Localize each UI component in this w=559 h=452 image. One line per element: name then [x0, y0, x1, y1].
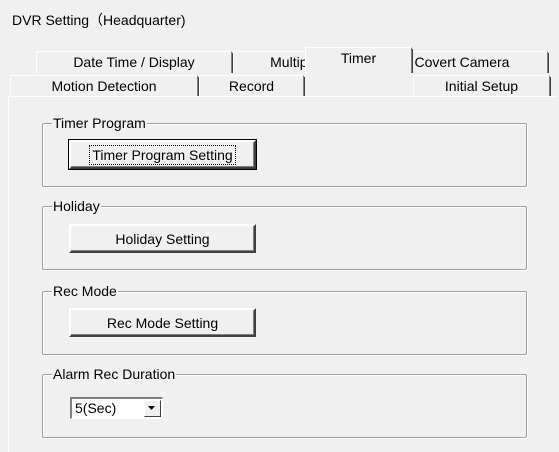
dropdown-button[interactable] — [144, 400, 161, 417]
rec-mode-setting-label: Rec Mode Setting — [106, 315, 219, 331]
timer-program-legend: Timer Program — [52, 114, 147, 132]
holiday-legend: Holiday — [52, 197, 101, 215]
chevron-down-icon — [148, 406, 155, 410]
timer-program-setting-button[interactable]: Timer Program Setting — [68, 139, 257, 170]
alarm-rec-duration-legend: Alarm Rec Duration — [52, 365, 177, 383]
rec-mode-legend: Rec Mode — [52, 282, 118, 300]
holiday-setting-label: Holiday Setting — [115, 231, 210, 247]
rec-mode-setting-button[interactable]: Rec Mode Setting — [69, 308, 256, 337]
window-title: DVR Setting（Headquarter) — [12, 12, 186, 28]
alarm-rec-duration-select[interactable]: 5(Sec) — [70, 397, 163, 419]
tab-date-time-display[interactable]: Date Time / Display — [36, 51, 233, 73]
alarm-rec-duration-value: 5(Sec) — [75, 400, 117, 416]
tab-record[interactable]: Record — [199, 75, 305, 97]
holiday-setting-button[interactable]: Holiday Setting — [69, 224, 256, 253]
timer-program-setting-label: Timer Program Setting — [89, 145, 236, 165]
tab-timer[interactable]: Timer — [305, 47, 413, 73]
tab-initial-setup[interactable]: Initial Setup — [413, 75, 551, 97]
tab-motion-detection[interactable]: Motion Detection — [10, 75, 199, 97]
